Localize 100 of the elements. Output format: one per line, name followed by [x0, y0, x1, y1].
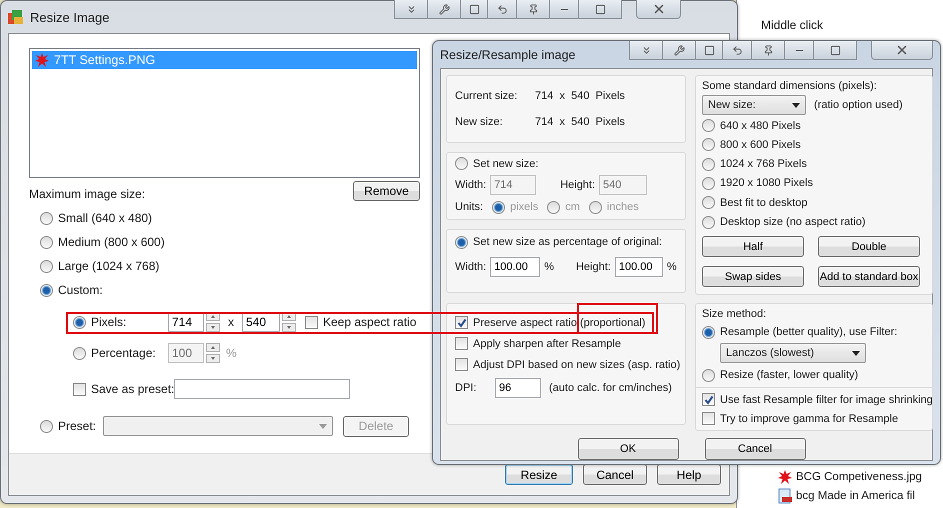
- checkbox[interactable]: [73, 382, 86, 396]
- option-label: Save as preset:: [91, 382, 174, 396]
- radio-button[interactable]: [40, 260, 53, 272]
- checkbox[interactable]: [702, 393, 715, 406]
- checkbox[interactable]: [455, 358, 468, 371]
- checkbox[interactable]: [455, 316, 468, 329]
- pin-icon: [528, 4, 538, 14]
- title-bar-button[interactable]: [394, 0, 428, 19]
- app-icon: [8, 9, 24, 25]
- section-label: Middle click: [761, 18, 824, 32]
- option-label: Keep aspect ratio: [323, 315, 416, 329]
- spin-buttons[interactable]: [282, 312, 296, 332]
- wrench-icon: [674, 44, 684, 56]
- title-bar-button[interactable]: [427, 0, 461, 19]
- file-item[interactable]: BCG Competiveness.jpg: [777, 469, 943, 485]
- title-bar-button[interactable]: [722, 41, 752, 60]
- title-bar-button[interactable]: [662, 41, 696, 60]
- dialog-button[interactable]: Resize: [505, 464, 573, 485]
- unit-label: %: [544, 261, 554, 273]
- size-label: New size:: [455, 116, 504, 128]
- radio-button[interactable]: [702, 119, 715, 132]
- spin-buttons[interactable]: [206, 312, 220, 332]
- dpi-note: (auto calc. for cm/inches): [549, 382, 672, 394]
- radio-button[interactable]: [40, 212, 53, 224]
- option-label: Pixels:: [91, 315, 126, 329]
- dialog-button[interactable]: Cancel: [704, 438, 806, 460]
- option-label: pixels: [510, 201, 538, 214]
- dialog-title: Resize/Resample image: [440, 48, 576, 62]
- chevrons-down-icon: [406, 4, 416, 14]
- option-label: inches: [606, 201, 639, 214]
- checkbox[interactable]: [455, 337, 468, 350]
- undo-icon: [732, 44, 742, 56]
- group-title: Size method:: [702, 308, 766, 320]
- option-label: Percentage:: [91, 346, 156, 360]
- option-label: 1920 x 1080 Pixels: [720, 177, 813, 190]
- option-label: Preserve aspect ratio (proportional): [473, 316, 646, 328]
- title-bar-button[interactable]: [549, 0, 579, 19]
- height-label: Height:: [576, 261, 611, 273]
- dialog-button[interactable]: Swap sides: [702, 266, 804, 288]
- dpi-label: DPI:: [455, 382, 478, 394]
- title-bar-button[interactable]: [784, 41, 814, 60]
- title-bar-button[interactable]: [578, 0, 622, 19]
- title-bar-button[interactable]: [751, 41, 785, 60]
- spin-buttons[interactable]: [206, 343, 220, 363]
- option-label: Set new size:: [473, 158, 538, 170]
- radio-button[interactable]: [702, 196, 715, 210]
- file-item[interactable]: bcg Made in America fil: [777, 488, 943, 504]
- radio-button[interactable]: [702, 138, 715, 152]
- title-bar-button[interactable]: [460, 0, 488, 19]
- radio-button[interactable]: [702, 158, 715, 171]
- radio-button[interactable]: [40, 236, 53, 248]
- dialog-button[interactable]: Half: [702, 236, 804, 258]
- section-label: Maximum image size:: [29, 187, 146, 201]
- radio-button[interactable]: [702, 176, 715, 190]
- radio-button[interactable]: [40, 284, 53, 296]
- unit-label: %: [226, 346, 237, 360]
- checkbox[interactable]: [305, 316, 318, 328]
- checkbox[interactable]: [702, 412, 715, 425]
- dialog-button[interactable]: OK: [578, 438, 678, 460]
- dialog-button[interactable]: Cancel: [583, 464, 647, 485]
- group-title: Some standard dimensions (pixels):: [702, 80, 877, 92]
- dropdown-note: (ratio option used): [814, 99, 903, 112]
- dialog-button[interactable]: Add to standard box: [818, 266, 920, 288]
- radio-button[interactable]: [73, 316, 86, 328]
- width-percent-field[interactable]: 100.00: [490, 257, 540, 277]
- dialog-button[interactable]: Help: [657, 464, 721, 485]
- width-field[interactable]: 714: [168, 312, 204, 332]
- radio-button[interactable]: [702, 326, 715, 339]
- filter-dropdown[interactable]: Lanczos (slowest): [720, 343, 866, 364]
- option-label: Resample (better quality), use Filter:: [720, 326, 898, 338]
- size-value: 714 x 540 Pixels: [535, 90, 625, 102]
- option-label: Try to improve gamma for Resample: [720, 412, 898, 424]
- height-field[interactable]: 540: [242, 312, 280, 332]
- radio-button[interactable]: [702, 368, 715, 382]
- preset-name-field[interactable]: [174, 379, 350, 399]
- close-button[interactable]: [871, 41, 933, 60]
- option-label: 640 x 480 Pixels: [720, 120, 801, 132]
- option-label: Medium (800 x 600): [58, 235, 165, 249]
- close-icon: [895, 43, 909, 57]
- close-button[interactable]: [636, 0, 681, 19]
- option-label: Large (1024 x 768): [58, 259, 160, 273]
- caret-icon: [852, 350, 860, 356]
- radio-button[interactable]: [455, 236, 468, 248]
- height-percent-field[interactable]: 100.00: [614, 257, 663, 277]
- option-label: 1024 x 768 Pixels: [720, 158, 807, 170]
- size-dropdown[interactable]: New size:: [702, 95, 806, 116]
- title-bar-button[interactable]: [629, 41, 663, 60]
- title-bar-button[interactable]: [813, 41, 857, 60]
- width-label: Width:: [455, 261, 486, 273]
- dpi-field[interactable]: 96: [495, 378, 541, 398]
- option-label: Small (640 x 480): [58, 211, 152, 225]
- dialog-button[interactable]: Double: [818, 236, 920, 258]
- title-bar-button[interactable]: [516, 0, 550, 19]
- caret-icon: [792, 102, 800, 108]
- remove-button[interactable]: Remove: [353, 181, 420, 201]
- document-icon: [777, 488, 793, 504]
- title-bar-button[interactable]: [695, 41, 723, 60]
- title-bar-button[interactable]: [487, 0, 517, 19]
- radio-button[interactable]: [702, 216, 715, 229]
- checkmark-icon: [704, 394, 714, 404]
